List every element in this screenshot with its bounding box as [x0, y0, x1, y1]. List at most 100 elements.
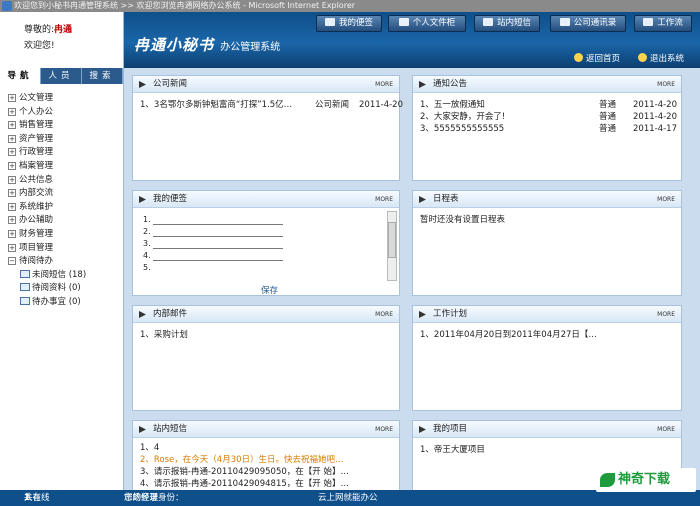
leaf-icon [600, 473, 615, 487]
arrow-icon [419, 311, 426, 318]
arrow-icon [139, 81, 146, 88]
list-item[interactable]: 3、5555555555555 普通 2011-4-17 [413, 123, 681, 135]
list-item[interactable]: 1、2011年04月20日到2011年04月27日【… [413, 329, 681, 341]
arrow-icon [139, 426, 146, 433]
panel-header: 工作计划 MORE [413, 306, 681, 323]
nav-item[interactable]: + 行政管理 [0, 146, 123, 160]
message-icon [20, 269, 30, 278]
list-item[interactable]: 1、4 [133, 442, 399, 454]
main-area: 公司新闻 MORE 1、3名鄂尔多斯钟魁富商“打探”1.5亿… 公司新闻 2011-4… [124, 68, 700, 490]
panel-header: 站内短信 MORE [133, 421, 399, 438]
more-link[interactable]: MORE [657, 421, 675, 438]
panel-site-sms: 站内短信 MORE 1、4 2、Rose，在今天（4月30日）生日。快去祝福她吧…… [132, 420, 400, 490]
memo-scrollbar[interactable] [387, 211, 397, 281]
nav-item[interactable]: + 资产管理 [0, 133, 123, 147]
nav-item[interactable]: + 办公辅助 [0, 214, 123, 228]
nav-child-unread-sms[interactable]: 未阅短信 (18) [0, 269, 123, 283]
save-button[interactable]: 保存 [261, 284, 278, 296]
expand-icon: + [8, 216, 16, 225]
tab-search[interactable]: 搜索 [82, 68, 123, 84]
arrow-icon [139, 311, 146, 318]
more-link[interactable]: MORE [375, 76, 393, 93]
panel-header: 内部邮件 MORE [133, 306, 399, 323]
expand-icon: + [8, 202, 16, 211]
nav-item[interactable]: − 待阅待办 [0, 255, 123, 269]
nav-item[interactable]: + 内部交流 [0, 187, 123, 201]
more-link[interactable]: MORE [657, 191, 675, 208]
tab-navigation[interactable]: 导航 [0, 68, 41, 84]
memo-icon [324, 18, 335, 26]
panel-company-news: 公司新闻 MORE 1、3名鄂尔多斯钟魁富商“打探”1.5亿… 公司新闻 2011-4… [132, 75, 403, 181]
document-icon [20, 283, 30, 292]
nav-item[interactable]: + 公共信息 [0, 174, 123, 188]
slogan: 云上网就能办公 [318, 493, 378, 503]
nav-item[interactable]: + 个人办公 [0, 106, 123, 120]
panel-my-memo: 我的便签 MORE 1. 2. 3. 4. 5. 保存 [132, 190, 400, 296]
arrow-icon [419, 426, 426, 433]
greeting: 尊敬的: [24, 25, 55, 35]
expand-icon: + [8, 134, 16, 143]
more-link[interactable]: MORE [657, 76, 675, 93]
list-item[interactable]: 2、大家安静，开会了! 普通 2011-4-20 [413, 111, 681, 123]
home-icon [574, 53, 583, 62]
window-title-bar: 欢迎您到小秘书冉通管理系统 >> 欢迎您浏览冉通网络办公系统 - Microso… [0, 0, 700, 12]
list-item[interactable]: 1、采购计划 [133, 329, 399, 341]
welcome-line: 欢迎您! [24, 41, 55, 51]
header-banner: 冉通小秘书 办公管理系统 我的便签 个人文件柜 站内短信 公司通讯录 工作流 返… [124, 12, 700, 68]
more-link[interactable]: MORE [657, 306, 675, 323]
expand-icon: + [8, 94, 16, 102]
sidebar: 导航 人员 搜索 + 公文管理 + 个人办公 + 销售管理 + 资产管理 + 行政管理 +… [0, 68, 124, 490]
window-title: 欢迎您到小秘书冉通管理系统 >> 欢迎您浏览冉通网络办公系统 - Microso… [14, 1, 356, 10]
nav-item[interactable]: + 档案管理 [0, 160, 123, 174]
panel-header: 通知公告 MORE [413, 76, 681, 93]
memo-textarea[interactable]: 1. 2. 3. 4. 5. [133, 208, 399, 270]
workflow-icon [643, 18, 654, 26]
logout-icon [638, 53, 647, 62]
tab-people[interactable]: 人员 [41, 68, 82, 84]
more-link[interactable]: MORE [375, 306, 393, 323]
sidebar-tabs: 导航 人员 搜索 [0, 68, 123, 84]
home-link[interactable]: 返回首页 [574, 52, 620, 64]
panel-header: 日程表 MORE [413, 191, 681, 208]
folder-icon [398, 18, 409, 26]
more-link[interactable]: MORE [375, 421, 393, 438]
nav-item[interactable]: + 财务管理 [0, 228, 123, 242]
workflow-button[interactable]: 工作流 [634, 15, 692, 32]
more-link[interactable]: MORE [375, 191, 393, 208]
brand-subtitle: 办公管理系统 [220, 42, 281, 53]
expand-icon: + [8, 107, 16, 116]
list-item[interactable]: 1、五一放假通知 普通 2011-4-20 [413, 99, 681, 111]
nav-item[interactable]: + 系统维护 [0, 201, 123, 215]
panel-internal-mail: 内部邮件 MORE 1、采购计划 [132, 305, 400, 411]
expand-icon: + [8, 121, 16, 130]
sms-button[interactable]: 站内短信 [474, 15, 540, 32]
list-item[interactable]: 2、Rose，在今天（4月30日）生日。快去祝福她吧… [133, 454, 399, 466]
scroll-thumb[interactable] [388, 222, 396, 258]
collapse-icon: − [8, 257, 16, 266]
message-icon [482, 18, 493, 26]
nav-item[interactable]: + 公文管理 [0, 92, 123, 106]
status-bar: 共有 1 人在线 您的登录身份： 市场经理 云上网就能办公 [0, 490, 700, 506]
nav-child-pending-docs[interactable]: 待阅资料 (0) [0, 282, 123, 296]
expand-icon: + [8, 189, 16, 198]
nav-item[interactable]: + 项目管理 [0, 242, 123, 256]
nav-tree: + 公文管理 + 个人办公 + 销售管理 + 资产管理 + 行政管理 + 档案管理 + 公共信… [0, 84, 123, 310]
file-cabinet-button[interactable]: 个人文件柜 [388, 15, 466, 32]
list-item[interactable]: 4、请示报销-冉通-20110429094815，在【开 始】… [133, 478, 399, 490]
list-item[interactable]: 1、3名鄂尔多斯钟魁富商“打探”1.5亿… 公司新闻 2011-4-20 [133, 99, 403, 111]
memo-button[interactable]: 我的便签 [316, 15, 382, 32]
brand-title: 冉通小秘书 办公管理系统 [134, 36, 281, 54]
panel-work-plan: 工作计划 MORE 1、2011年04月20日到2011年04月27日【… [412, 305, 682, 411]
list-item[interactable]: 1、帝王大厦项目 [413, 444, 681, 456]
address-book-button[interactable]: 公司通讯录 [550, 15, 626, 32]
expand-icon: + [8, 229, 16, 238]
logout-link[interactable]: 退出系统 [638, 52, 684, 64]
nav-child-todo[interactable]: 待办事宜 (0) [0, 296, 123, 310]
panel-header: 我的便签 MORE [133, 191, 399, 208]
contacts-icon [559, 18, 570, 26]
list-item: 暂时还没有设置日程表 [420, 215, 506, 225]
expand-icon: + [8, 243, 16, 252]
nav-item[interactable]: + 销售管理 [0, 119, 123, 133]
panel-schedule: 日程表 MORE 暂时还没有设置日程表 [412, 190, 682, 296]
list-item[interactable]: 3、请示报销-冉通-20110429095050，在【开 始】… [133, 466, 399, 478]
